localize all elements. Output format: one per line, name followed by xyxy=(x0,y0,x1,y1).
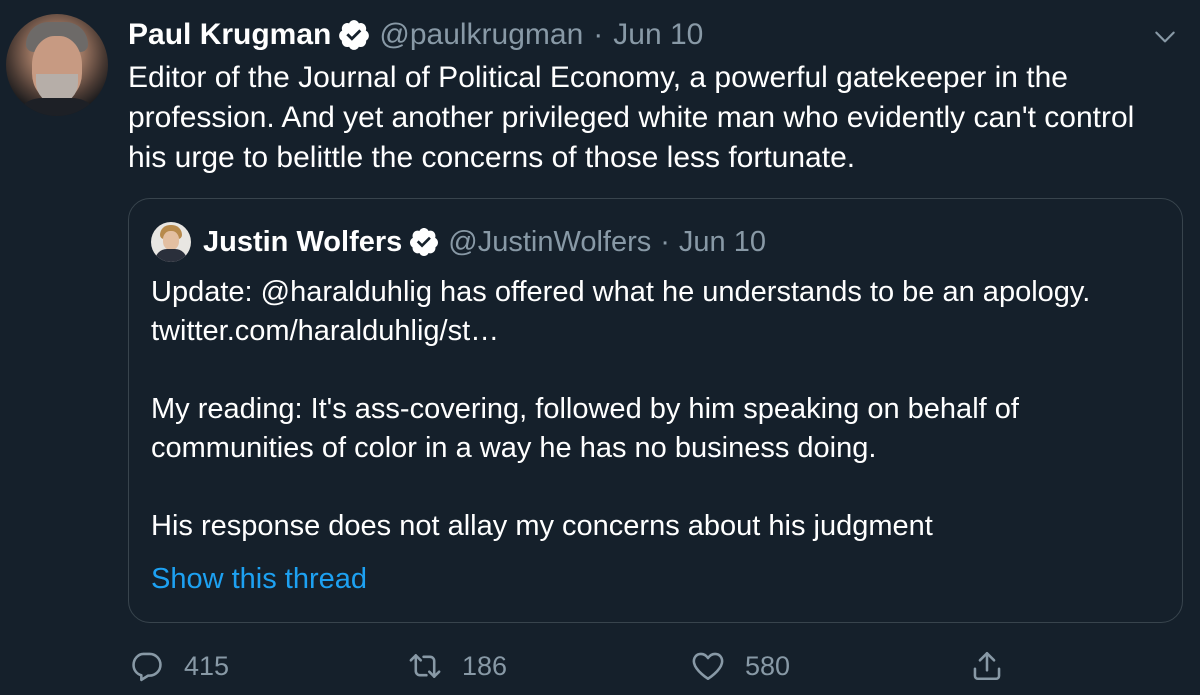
show-thread-link[interactable]: Show this thread xyxy=(151,563,367,596)
quoted-paragraph: My reading: It's ass-covering, followed … xyxy=(151,393,1019,464)
verified-badge-icon xyxy=(337,18,371,52)
quoted-verified-badge-icon xyxy=(408,226,440,258)
quoted-author-name[interactable]: Justin Wolfers xyxy=(203,226,402,259)
share-icon xyxy=(973,651,1001,681)
quoted-avatar-suit xyxy=(155,249,187,262)
heart-icon xyxy=(692,652,724,681)
quoted-tweet[interactable]: Justin Wolfers @JustinWolfers · Jun 10 U… xyxy=(128,198,1183,623)
tweet-date[interactable]: Jun 10 xyxy=(613,18,703,52)
quoted-paragraph: His response does not allay my concerns … xyxy=(151,510,933,542)
quoted-header-separator: · xyxy=(660,225,670,258)
retweet-count: 186 xyxy=(462,650,508,681)
like-count: 580 xyxy=(745,650,791,681)
quoted-avatar-face xyxy=(163,231,179,250)
share-button[interactable] xyxy=(970,644,1004,688)
header-separator: · xyxy=(593,18,604,51)
quoted-paragraph: Update: @haralduhlig has offered what he… xyxy=(151,276,1091,347)
quoted-tweet-date[interactable]: Jun 10 xyxy=(679,226,766,259)
quoted-tweet-header: Justin Wolfers @JustinWolfers · Jun 10 xyxy=(151,221,766,263)
tweet[interactable]: Paul Krugman @paulkrugman · Jun 10 Edito… xyxy=(0,0,1200,695)
reply-count: 415 xyxy=(184,650,230,681)
tweet-actions: 415 186 580 xyxy=(128,644,1198,688)
reply-button[interactable]: 415 xyxy=(130,644,229,688)
quoted-author-avatar[interactable] xyxy=(151,222,191,262)
quoted-author-handle[interactable]: @JustinWolfers xyxy=(448,226,651,259)
author-handle[interactable]: @paulkrugman xyxy=(379,18,583,52)
author-avatar[interactable] xyxy=(6,14,108,116)
author-name[interactable]: Paul Krugman xyxy=(128,18,331,52)
chevron-down-icon[interactable] xyxy=(1152,24,1178,50)
retweet-icon xyxy=(409,654,441,678)
tweet-text: Editor of the Journal of Political Econo… xyxy=(128,61,1143,174)
quoted-tweet-text: Update: @haralduhlig has offered what he… xyxy=(151,273,1151,546)
avatar-suit xyxy=(12,98,102,116)
tweet-header: Paul Krugman @paulkrugman · Jun 10 xyxy=(128,13,703,57)
like-button[interactable]: 580 xyxy=(691,644,790,688)
reply-icon xyxy=(132,652,162,682)
retweet-button[interactable]: 186 xyxy=(408,644,507,688)
